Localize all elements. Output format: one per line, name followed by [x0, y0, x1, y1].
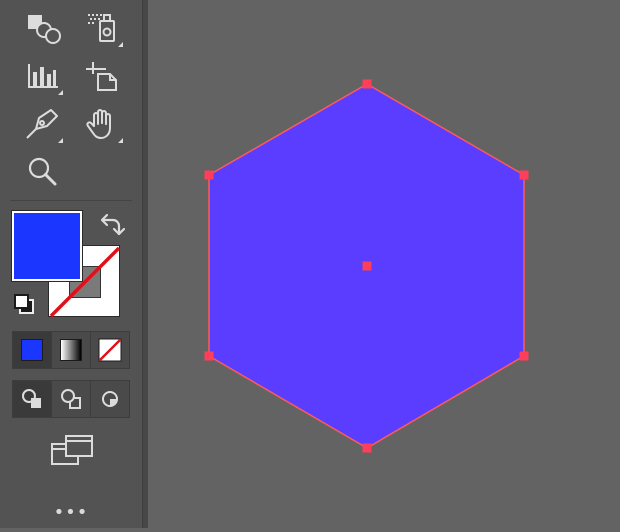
draw-normal-button[interactable] — [13, 381, 52, 417]
draw-mode-group — [12, 380, 130, 418]
column-graph-icon — [28, 64, 58, 88]
color-mode-group — [12, 331, 130, 369]
anchor-point[interactable] — [204, 170, 214, 180]
swap-arrow-icon — [100, 213, 125, 236]
artboard-icon — [86, 62, 117, 91]
toolbar-separator — [10, 200, 132, 201]
artwork-layer — [204, 79, 529, 453]
anchor-point[interactable] — [519, 170, 529, 180]
pen-tool[interactable] — [18, 102, 66, 146]
none-mode-button[interactable] — [91, 332, 129, 368]
zoom-icon — [28, 157, 57, 186]
flyout-indicator — [58, 138, 63, 143]
symbol-sprayer-icon — [88, 14, 115, 42]
gradient-mode-button[interactable] — [52, 332, 91, 368]
zoom-tool[interactable] — [18, 150, 66, 194]
flyout-indicator — [58, 90, 63, 95]
shape-builder-tool[interactable] — [18, 6, 66, 50]
tools-panel: ••• — [0, 0, 142, 528]
anchor-point[interactable] — [362, 443, 372, 453]
draw-behind-button[interactable] — [52, 381, 91, 417]
color-swatch-icon — [21, 339, 43, 361]
screen-mode-icon — [51, 435, 93, 465]
gradient-swatch-icon — [60, 339, 82, 361]
screen-mode-button[interactable] — [46, 428, 98, 472]
default-fill-stroke-icon — [14, 294, 34, 314]
swap-fill-stroke-button[interactable] — [94, 207, 128, 241]
flyout-indicator — [118, 42, 123, 47]
shape-builder-icon — [28, 15, 61, 44]
fill-swatch[interactable] — [11, 210, 83, 282]
center-point[interactable] — [362, 261, 372, 271]
default-fill-stroke-button[interactable] — [8, 288, 40, 320]
none-swatch-icon — [98, 338, 122, 362]
anchor-point[interactable] — [519, 351, 529, 361]
artboard-tool[interactable] — [78, 54, 126, 98]
pen-icon — [26, 109, 58, 139]
column-graph-tool[interactable] — [18, 54, 66, 98]
color-mode-button[interactable] — [13, 332, 52, 368]
flyout-indicator — [118, 138, 123, 143]
hand-icon — [86, 109, 111, 139]
symbol-sprayer-tool[interactable] — [78, 6, 126, 50]
draw-normal-icon — [22, 389, 41, 408]
edit-toolbar-button[interactable]: ••• — [47, 503, 95, 523]
anchor-point[interactable] — [204, 351, 214, 361]
draw-inside-icon — [102, 391, 118, 407]
draw-behind-icon — [61, 389, 81, 409]
draw-inside-button[interactable] — [91, 381, 129, 417]
artboard-canvas[interactable] — [148, 0, 620, 528]
anchor-point[interactable] — [362, 79, 372, 89]
hand-tool[interactable] — [78, 102, 126, 146]
